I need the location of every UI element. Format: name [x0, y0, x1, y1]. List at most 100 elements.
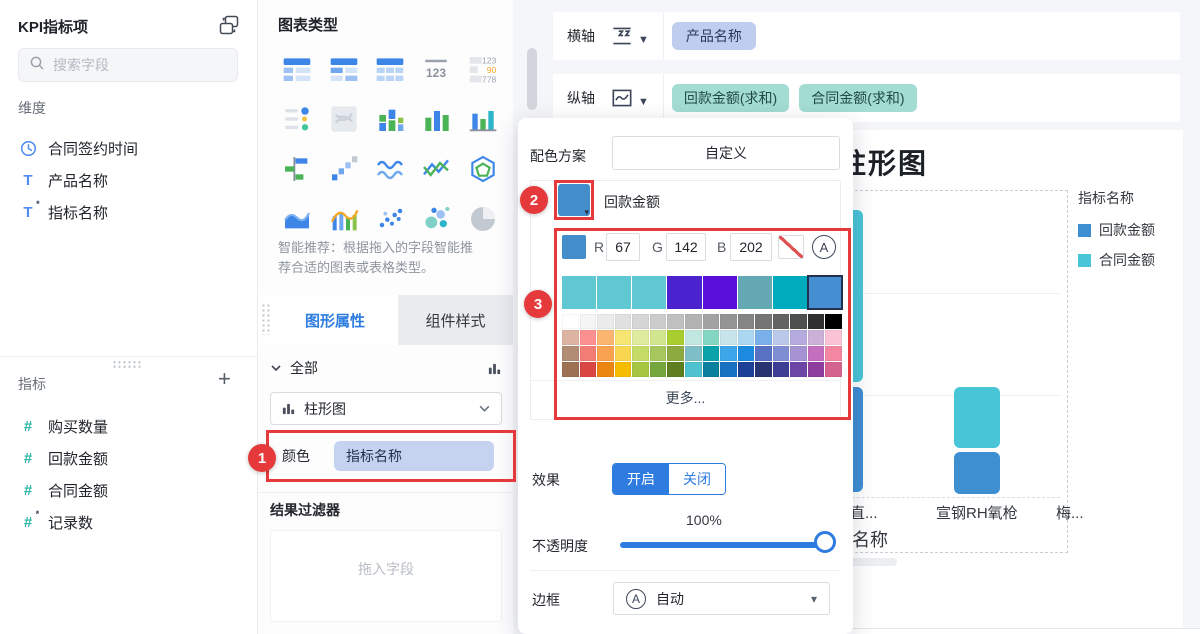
palette-swatch[interactable] — [806, 275, 844, 310]
chart-type-multi-column-icon[interactable] — [467, 103, 499, 135]
effect-on-button[interactable]: 开启 — [613, 464, 669, 494]
palette-swatch[interactable] — [720, 314, 737, 329]
chart-type-kpi-card-icon[interactable]: 123 — [420, 53, 452, 85]
palette-swatch[interactable] — [649, 362, 667, 377]
palette-swatch[interactable] — [755, 330, 772, 345]
chart-type-detail-table-icon[interactable] — [374, 53, 406, 85]
chart-type-line-area-icon[interactable] — [420, 153, 452, 185]
palette-swatch[interactable] — [632, 330, 649, 345]
palette-swatch[interactable] — [684, 314, 702, 329]
palette-swatch[interactable] — [649, 314, 667, 329]
legend-item-回款金额[interactable]: 回款金额 — [1078, 220, 1155, 240]
chart-type-select[interactable]: 柱形图 — [270, 392, 502, 425]
chart-type-pie-icon[interactable] — [467, 203, 499, 235]
chart-type-radar-icon[interactable] — [467, 153, 499, 185]
palette-swatch[interactable] — [632, 276, 667, 309]
y-field-pill-0[interactable]: 回款金额(求和) — [671, 84, 790, 112]
palette-swatch[interactable] — [562, 276, 597, 309]
panel-drag-handle[interactable] — [261, 303, 271, 335]
chart-type-column-icon[interactable] — [420, 103, 452, 135]
chart-type-combo-icon[interactable] — [328, 203, 360, 235]
palette-swatch[interactable] — [720, 362, 737, 377]
measure-item-record-count[interactable]: # * 记录数 — [0, 506, 258, 538]
b-input[interactable]: 202 — [730, 233, 772, 261]
measure-item-contract-amount[interactable]: # 合同金额 — [0, 474, 258, 506]
palette-swatch[interactable] — [807, 362, 825, 377]
palette-swatch[interactable] — [597, 362, 614, 377]
dimension-item-product-name[interactable]: T 产品名称 — [0, 164, 258, 196]
chart-type-kpi-flop-icon[interactable]: 123 90 778 — [467, 53, 499, 85]
palette-swatch[interactable] — [684, 346, 702, 361]
border-select[interactable]: A 自动 ▾ — [613, 582, 830, 615]
palette-swatch[interactable] — [772, 276, 807, 309]
palette-swatch[interactable] — [632, 346, 649, 361]
palette-swatch[interactable] — [720, 330, 737, 345]
palette-swatch[interactable] — [579, 314, 597, 329]
x-axis-type-icon[interactable] — [609, 23, 635, 49]
palette-swatch[interactable] — [562, 330, 579, 345]
palette-swatch[interactable] — [790, 330, 807, 345]
palette-swatch[interactable] — [702, 346, 720, 361]
x-axis-type-caret[interactable]: ▼ — [638, 34, 649, 46]
chart-type-group-table-icon[interactable] — [281, 53, 313, 85]
y-field-pill-1[interactable]: 合同金额(求和) — [799, 84, 917, 112]
r-input[interactable]: 67 — [606, 233, 640, 261]
palette-swatch[interactable] — [684, 330, 702, 345]
palette-swatch[interactable] — [684, 362, 702, 377]
palette-swatch[interactable] — [579, 346, 597, 361]
palette-swatch[interactable] — [825, 330, 842, 345]
measure-item-payment-amount[interactable]: # 回款金额 — [0, 442, 258, 474]
measure-item-purchase-qty[interactable]: # 购买数量 — [0, 410, 258, 442]
opacity-slider-thumb[interactable] — [814, 531, 836, 553]
switch-dataset-icon[interactable] — [218, 14, 240, 36]
palette-swatch[interactable] — [807, 330, 825, 345]
palette-swatch[interactable] — [614, 314, 632, 329]
search-input[interactable] — [53, 57, 213, 73]
bar-回款金额[interactable] — [954, 452, 1000, 494]
palette-swatch[interactable] — [632, 362, 649, 377]
palette-swatch[interactable] — [667, 362, 684, 377]
palette-swatch[interactable] — [667, 314, 684, 329]
opacity-slider-track[interactable] — [620, 542, 830, 548]
palette-swatch[interactable] — [755, 314, 772, 329]
palette-swatch[interactable] — [702, 362, 720, 377]
palette-swatch[interactable] — [649, 346, 667, 361]
palette-swatch[interactable] — [772, 362, 790, 377]
palette-swatch[interactable] — [737, 346, 755, 361]
palette-swatch[interactable] — [597, 346, 614, 361]
palette-swatch[interactable] — [702, 276, 737, 309]
palette-swatch[interactable] — [597, 276, 632, 309]
mini-column-chart-icon[interactable] — [487, 361, 502, 376]
palette-swatch[interactable] — [632, 314, 649, 329]
palette-swatch[interactable] — [825, 362, 842, 377]
palette-swatch[interactable] — [597, 314, 614, 329]
palette-swatch[interactable] — [825, 346, 842, 361]
filter-dropzone[interactable]: 拖入字段 — [270, 530, 502, 622]
bar-合同金额[interactable] — [954, 387, 1000, 448]
palette-swatch[interactable] — [790, 346, 807, 361]
palette-swatch[interactable] — [790, 362, 807, 377]
legend-item-合同金额[interactable]: 合同金额 — [1078, 250, 1155, 270]
all-section-row[interactable]: 全部 — [270, 355, 502, 381]
chart-type-area-icon[interactable] — [281, 203, 313, 235]
chart-type-bar-icon[interactable] — [281, 153, 313, 185]
palette-swatch[interactable] — [755, 346, 772, 361]
palette-swatch[interactable] — [702, 330, 720, 345]
chart-type-line-icon[interactable] — [374, 153, 406, 185]
chart-type-stacked-column-icon[interactable] — [374, 103, 406, 135]
vertical-scrollbar[interactable] — [527, 48, 537, 110]
series-color-swatch[interactable]: ▾ — [558, 184, 590, 217]
auto-color-icon[interactable]: A — [812, 235, 836, 259]
effect-off-button[interactable]: 关闭 — [669, 464, 725, 494]
palette-swatch[interactable] — [649, 330, 667, 345]
palette-swatch[interactable] — [737, 276, 772, 309]
color-scheme-select[interactable]: 自定义 — [612, 136, 840, 170]
palette-swatch[interactable] — [825, 314, 842, 329]
dimension-item-contract-sign-time[interactable]: 合同签约时间 — [0, 132, 258, 164]
palette-swatch[interactable] — [614, 362, 632, 377]
palette-swatch[interactable] — [772, 330, 790, 345]
tab-component-style[interactable]: 组件样式 — [398, 295, 513, 345]
palette-swatch[interactable] — [807, 314, 825, 329]
chart-type-map-icon[interactable] — [328, 103, 360, 135]
palette-swatch[interactable] — [790, 314, 807, 329]
